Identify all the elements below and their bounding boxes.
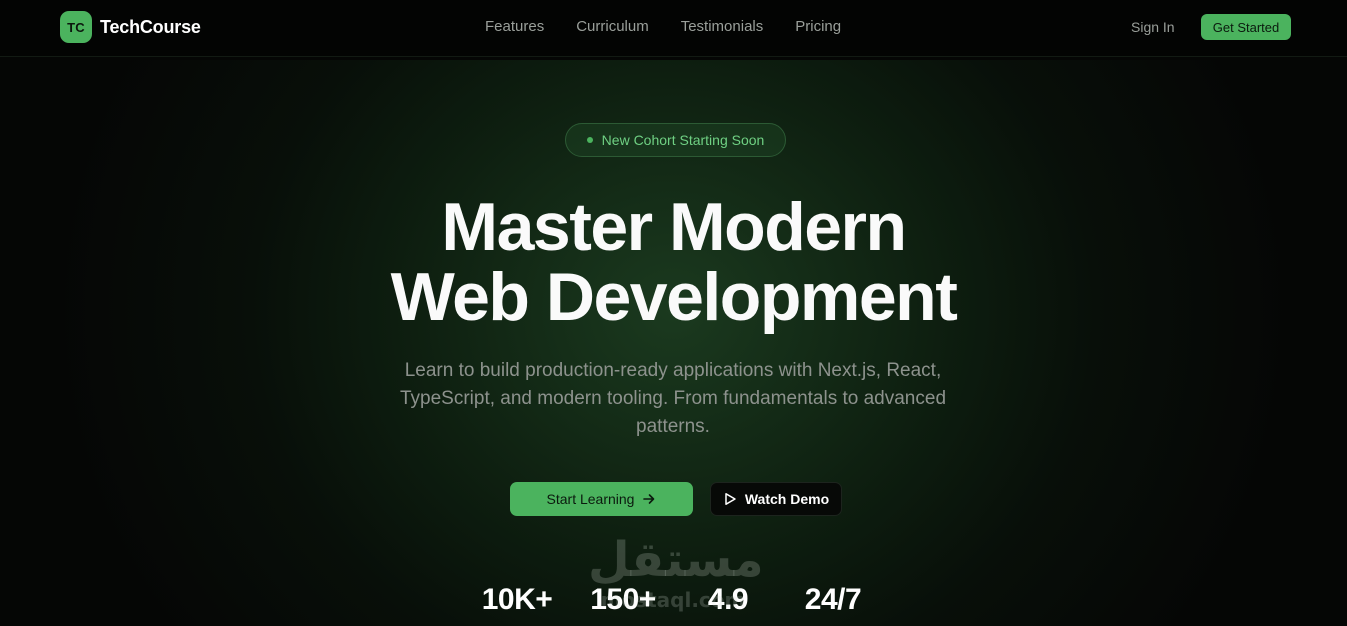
watch-demo-label: Watch Demo (744, 491, 830, 507)
status-dot-icon (586, 137, 593, 143)
badge-label: New Cohort Starting Soon (601, 132, 765, 148)
nav-link-testimonials[interactable]: Testimonials (681, 18, 764, 36)
top-navbar: TC TechCourse Features Curriculum Testim… (0, 0, 1347, 57)
brand-logo[interactable]: TC TechCourse (60, 11, 201, 43)
brand-name: TechCourse (100, 16, 201, 37)
watch-demo-button[interactable]: Watch Demo (710, 482, 842, 516)
start-learning-button[interactable]: Start Learning (510, 482, 693, 516)
nav-link-pricing[interactable]: Pricing (795, 18, 841, 36)
nav-link-features[interactable]: Features (485, 18, 544, 36)
start-learning-label: Start Learning (546, 491, 635, 507)
stat-students: 10K+ (481, 583, 553, 616)
sign-in-link[interactable]: Sign In (1131, 18, 1175, 36)
main-nav: Features Curriculum Testimonials Pricing (485, 18, 873, 36)
hero-subtitle: Learn to build production-ready applicat… (399, 360, 947, 437)
get-started-button[interactable]: Get Started (1201, 14, 1291, 40)
headline-line-1: Master Modern (441, 189, 907, 265)
logo-mark: TC (60, 11, 92, 43)
play-icon (725, 493, 736, 505)
stat-support: 24/7 (804, 583, 862, 616)
hero-headline: Master Modern Web Development (0, 192, 1347, 332)
arrow-right-icon (643, 494, 655, 504)
nav-link-curriculum[interactable]: Curriculum (576, 18, 649, 36)
stat-rating: 4.9 (707, 583, 749, 616)
cohort-badge: New Cohort Starting Soon (565, 123, 786, 157)
stat-courses: 150+ (590, 583, 656, 616)
headline-line-2: Web Development (390, 259, 958, 335)
